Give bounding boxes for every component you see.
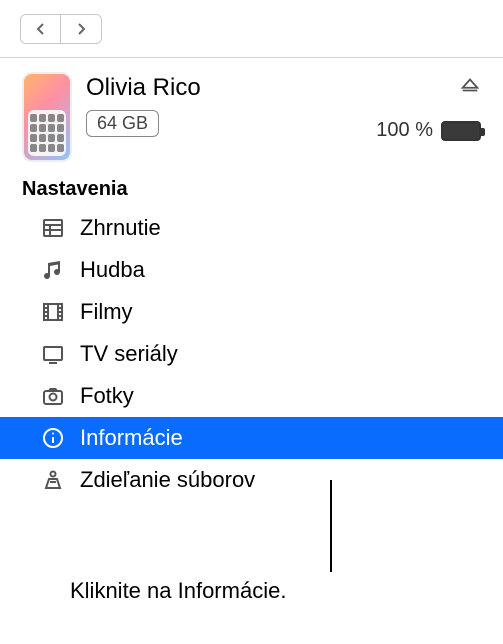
sidebar-item-tv[interactable]: TV seriály: [0, 333, 503, 375]
sidebar-item-music[interactable]: Hudba: [0, 249, 503, 291]
info-icon: [40, 425, 66, 451]
sidebar-item-label: Zhrnutie: [80, 215, 161, 241]
sidebar-item-summary[interactable]: Zhrnutie: [0, 207, 503, 249]
sidebar-section-title: Nastavenia: [0, 172, 503, 207]
device-info: Olivia Rico 64 GB: [86, 72, 362, 137]
music-icon: [40, 257, 66, 283]
summary-icon: [40, 215, 66, 241]
battery-icon: [441, 121, 481, 141]
sidebar-item-photos[interactable]: Fotky: [0, 375, 503, 417]
device-thumbnail: [22, 72, 72, 162]
storage-badge: 64 GB: [86, 110, 159, 137]
battery-percentage: 100 %: [376, 119, 433, 142]
eject-icon: [459, 74, 481, 96]
eject-button[interactable]: [459, 74, 481, 101]
device-name: Olivia Rico: [86, 74, 362, 102]
sidebar-item-label: Informácie: [80, 425, 183, 451]
navigation-buttons: [20, 14, 102, 44]
sidebar-item-label: Zdieľanie súborov: [80, 467, 255, 493]
tv-icon: [40, 341, 66, 367]
sidebar-item-files[interactable]: Zdieľanie súborov: [0, 459, 503, 501]
forward-button[interactable]: [61, 15, 101, 43]
sidebar-item-info[interactable]: Informácie: [0, 417, 503, 459]
toolbar: [0, 0, 503, 58]
sidebar-item-movies[interactable]: Filmy: [0, 291, 503, 333]
device-header: Olivia Rico 64 GB 100 %: [0, 58, 503, 172]
callout-line: [330, 480, 332, 572]
sidebar-item-label: Hudba: [80, 257, 145, 283]
photos-icon: [40, 383, 66, 409]
back-button[interactable]: [21, 15, 61, 43]
chevron-left-icon: [35, 22, 47, 36]
movies-icon: [40, 299, 66, 325]
caption-text: Kliknite na Informácie.: [70, 578, 286, 604]
files-icon: [40, 467, 66, 493]
sidebar-list: Zhrnutie Hudba Filmy TV seriály Fotky In…: [0, 207, 503, 501]
sidebar-item-label: Filmy: [80, 299, 133, 325]
sidebar-item-label: TV seriály: [80, 341, 178, 367]
chevron-right-icon: [75, 22, 87, 36]
sidebar-item-label: Fotky: [80, 383, 134, 409]
battery-status: 100 %: [376, 119, 481, 142]
